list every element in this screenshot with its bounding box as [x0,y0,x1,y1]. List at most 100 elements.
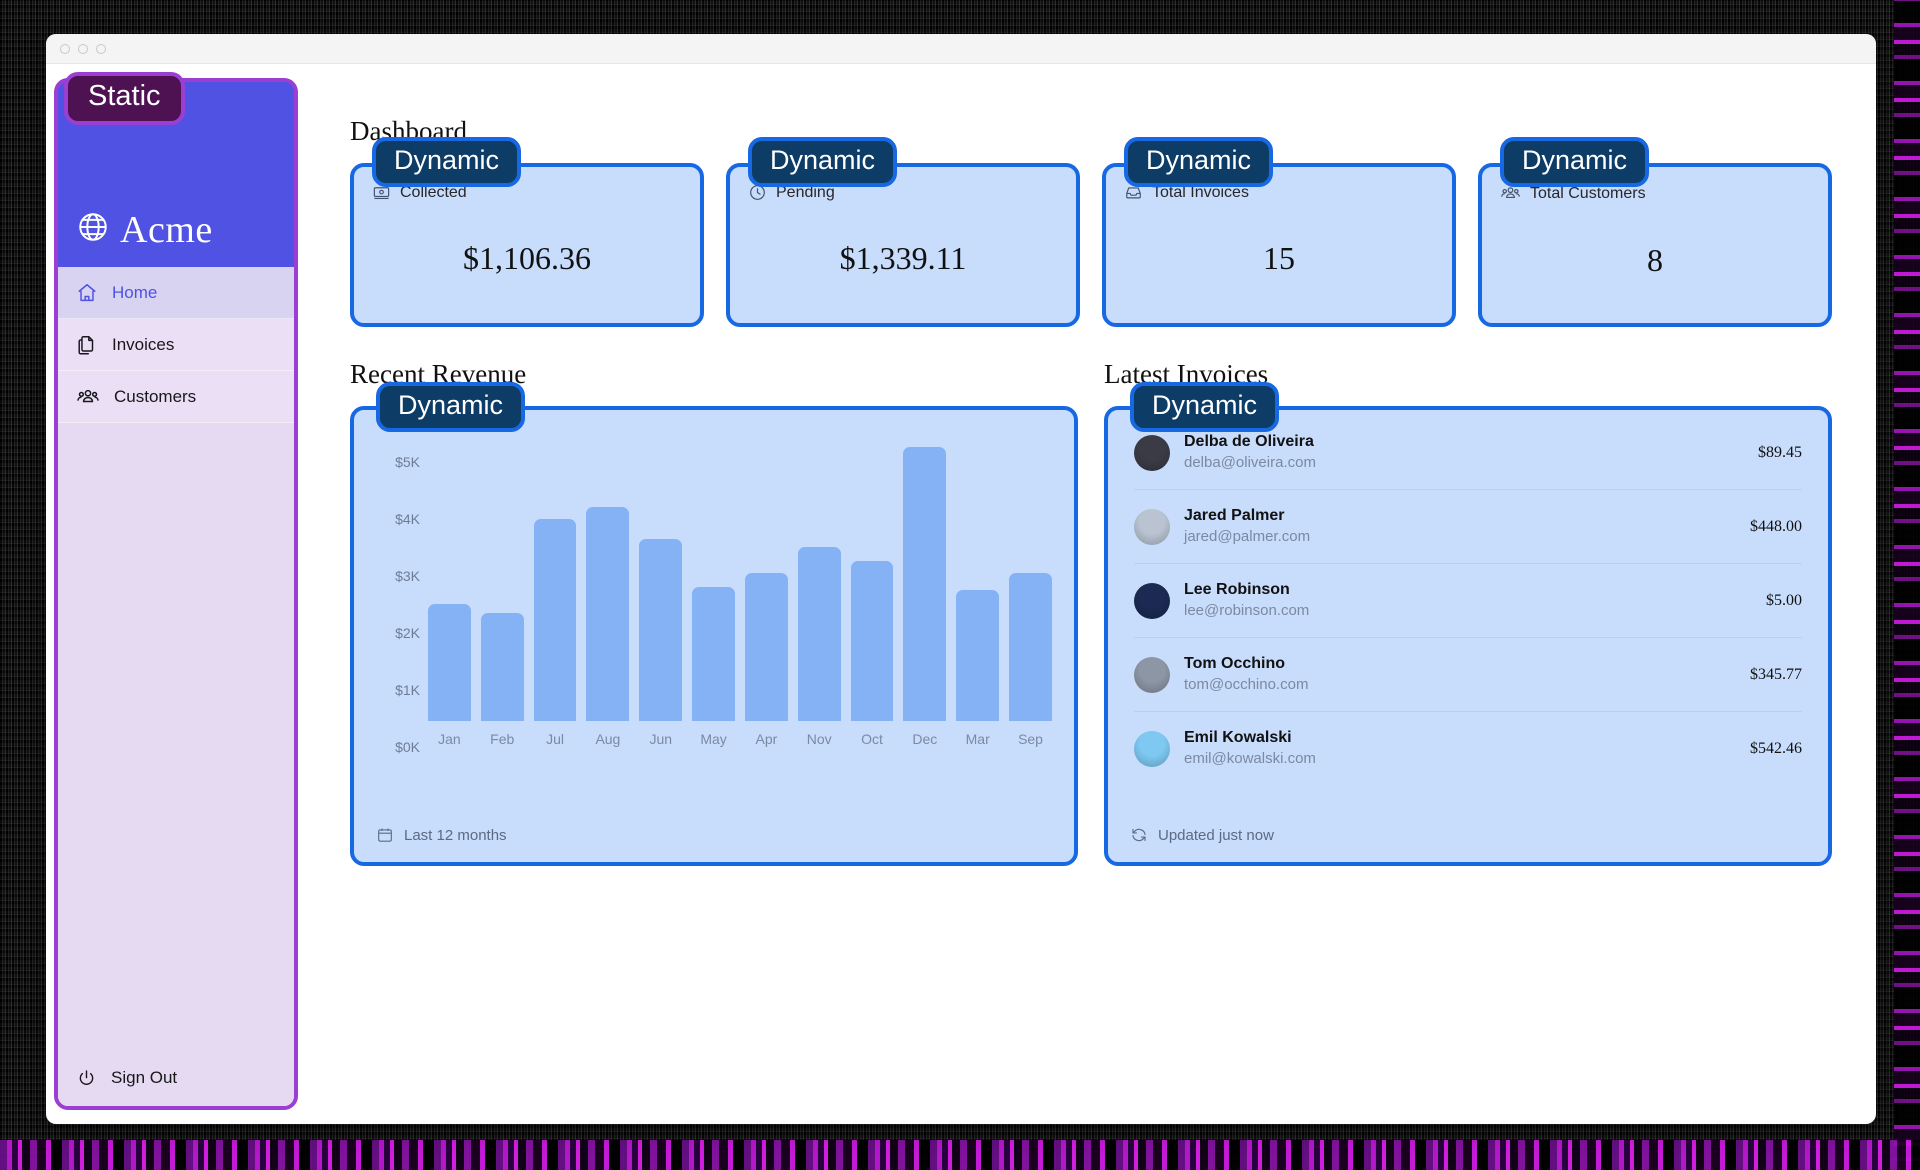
invoice-customer-email: jared@palmer.com [1184,527,1311,545]
chart-x-tick: May [700,731,727,747]
chart-x-tick: Jul [546,731,565,747]
chart-bar [1009,436,1052,721]
chart-bar-rect [797,547,841,721]
sidebar-item-customers[interactable]: Customers [58,371,294,423]
globe-icon [76,210,110,249]
invoice-amount: $89.45 [1758,443,1802,461]
chart-y-axis: $0K $1K $2K $3K $4K $5K [376,436,428,826]
sidebar-item-label: Home [112,282,158,302]
chart-x-tick: Sep [1018,731,1043,747]
noise-bottom-edge [0,1140,1920,1170]
stat-card-collected[interactable]: Dynamic Collected $1,106.36 [350,137,704,327]
avatar [1134,582,1170,619]
chart-plot-area: $0K $1K $2K $3K $4K $5K Jan Feb Jul Aug Jun May Apr… [354,410,1074,826]
invoice-list: Delba de Oliveira delba@oliveira.com $89.4… [1108,410,1828,785]
stat-card-pending[interactable]: Dynamic Pending $1,339.11 [726,137,1080,327]
invoice-row[interactable]: Lee Robinson lee@robinson.com $5.00 [1134,563,1802,637]
revenue-column: Recent Revenue Dynamic $0K $1K $2K $3K $4K $5… [350,361,1078,866]
invoice-row[interactable]: Tom Occhino tom@occhino.com $345.77 [1134,637,1802,711]
brand-name: Acme [120,209,213,251]
chart-y-tick: $5K [395,454,420,470]
invoice-customer-email: lee@robinson.com [1184,601,1310,619]
card-value: $1,106.36 [463,240,591,276]
avatar [1134,730,1170,767]
browser-window: Static Acme Home Invoices Customers Sign… [46,34,1876,1124]
chart-bars-area: Jan Feb Jul Aug Jun May Apr Nov Oct Dec Mar Sep [428,436,1052,826]
invoice-customer: Delba de Oliveira delba@oliveira.com [1184,432,1316,473]
stat-card-total-invoices[interactable]: Dynamic Total Invoices 15 [1102,137,1456,327]
power-icon [79,1069,94,1085]
invoice-row[interactable]: Emil Kowalski emil@kowalski.com $542.46 [1134,711,1802,785]
chart-x-tick: Mar [965,731,990,747]
chart-bar-rect [639,538,683,721]
chart-bar [744,436,788,721]
chart-bar-rect [533,518,577,721]
card-label: Total Customers [1530,184,1646,202]
latest-invoices-panel: Dynamic Delba de Oliveira delba@oliveira.… [1104,382,1832,866]
stat-card-total-customers[interactable]: Dynamic Total Customers 8 [1478,137,1832,327]
chart-x-tick: Jun [649,731,673,747]
chart-y-tick: $4K [395,511,420,527]
sign-out-label: Sign Out [111,1068,178,1087]
window-titlebar [46,34,1876,64]
chart-y-tick: $3K [395,568,420,584]
chart-bar-rect [692,587,735,721]
chart-bar [639,436,683,721]
lower-row: Recent Revenue Dynamic $0K $1K $2K $3K $4K $5… [350,361,1832,866]
main-content: Dashboard Dynamic Collected $1,106.36 Dy… [298,78,1876,1110]
window-zoom-button[interactable] [96,43,106,54]
chart-x-axis: Jan Feb Jul Aug Jun May Apr Nov Oct Dec Mar Sep [428,721,1052,747]
app-page: Static Acme Home Invoices Customers Sign… [46,64,1876,1124]
invoice-customer: Lee Robinson lee@robinson.com [1184,580,1309,621]
chart-bar [850,436,894,721]
chart-footer: Last 12 months [354,826,1074,862]
chart-bar [797,436,841,721]
sidebar-nav: Home Invoices Customers [58,267,294,1050]
chart-bar-rect [850,561,894,721]
invoice-amount: $448.00 [1750,517,1802,535]
sidebar-item-label: Invoices [112,334,175,354]
revenue-chart-panel: Dynamic $0K $1K $2K $3K $4K $5K Jan Feb Jul Aug J… [350,382,1078,866]
invoice-customer-name: Lee Robinson [1184,581,1290,599]
card-value: 15 [1263,240,1295,276]
sidebar-item-invoices[interactable]: Invoices [58,319,294,371]
window-close-button[interactable] [60,43,70,54]
dynamic-annotation-badge: Dynamic [376,382,526,433]
window-minimize-button[interactable] [78,43,88,54]
chart-bar-rect [903,447,947,721]
dynamic-annotation-badge: Dynamic [1130,382,1280,433]
invoice-customer-name: Jared Palmer [1184,507,1285,525]
chart-x-tick: Dec [912,731,938,747]
chart-y-tick: $1K [395,682,420,698]
avatar [1134,434,1170,471]
chart-x-tick: Apr [755,731,778,747]
chart-bar [586,436,630,721]
invoice-customer: Jared Palmer jared@palmer.com [1184,506,1310,547]
invoice-amount: $5.00 [1766,591,1802,609]
sign-out-button[interactable]: Sign Out [58,1050,294,1106]
home-icon [78,283,96,301]
documents-icon [78,335,94,354]
card-value: $1,339.11 [839,240,967,276]
sidebar-wrapper: Static Acme Home Invoices Customers Sign… [46,72,298,1110]
dynamic-annotation-badge: Dynamic [1124,137,1274,188]
chart-bar-rect [586,507,630,721]
chart-bars [428,436,1052,721]
chart-x-tick: Oct [861,731,883,747]
invoice-row[interactable]: Jared Palmer jared@palmer.com $448.00 [1134,489,1802,563]
invoice-amount: $345.77 [1750,665,1802,683]
static-annotation-badge: Static [64,72,185,126]
invoice-customer-email: tom@occhino.com [1184,675,1309,693]
sidebar-item-home[interactable]: Home [58,267,294,319]
chart-bar-rect [480,612,524,721]
invoices-column: Latest Invoices Dynamic Delba de Oliveir… [1104,361,1832,866]
invoice-customer-name: Delba de Oliveira [1184,433,1314,450]
chart-x-tick: Jan [438,731,461,747]
chart-bar [692,436,735,721]
chart-bar-rect [1009,572,1052,721]
invoice-customer-name: Tom Occhino [1184,655,1286,673]
dynamic-annotation-badge: Dynamic [748,137,898,188]
users-icon [77,389,99,402]
chart-bar [480,436,524,721]
